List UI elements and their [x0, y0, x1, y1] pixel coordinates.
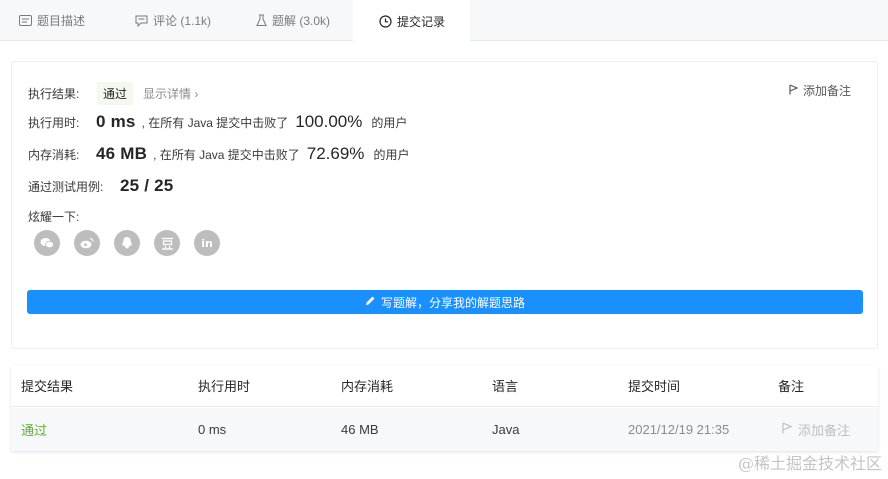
users-suffix: 的用户 — [371, 116, 408, 130]
memory-cell: 46 MB — [341, 422, 379, 437]
flag-icon — [782, 422, 793, 437]
column-header: 提交时间 — [628, 379, 681, 394]
memory-percentile: 72.69% — [306, 144, 365, 163]
memory-row: 内存消耗: 46 MB , 在所有 Java 提交中击败了 72.69% 的用户 — [28, 144, 409, 164]
linkedin-icon[interactable]: in — [194, 230, 220, 256]
memory-label: 内存消耗: — [28, 148, 80, 162]
share-buttons: in — [34, 230, 220, 256]
add-note-cell-button[interactable]: 添加备注 — [782, 408, 850, 451]
runtime-cell: 0 ms — [198, 422, 227, 437]
flag-icon — [789, 83, 799, 98]
column-header: 内存消耗 — [341, 379, 394, 394]
runtime-label: 执行用时: — [28, 116, 80, 130]
tab-label: 题解 (3.0k) — [272, 14, 331, 28]
douban-icon[interactable] — [154, 230, 180, 256]
column-header: 语言 — [492, 379, 519, 394]
tests-value: 25 / 25 — [120, 176, 174, 195]
users-suffix: 的用户 — [373, 148, 410, 162]
clock-icon — [379, 14, 392, 28]
tab-label: 评论 (1.1k) — [153, 14, 212, 28]
table-header: 提交结果 执行用时 内存消耗 语言 提交时间 备注 — [11, 365, 878, 407]
pencil-icon — [365, 295, 376, 309]
weibo-icon[interactable] — [74, 230, 100, 256]
submission-status-link[interactable]: 通过 — [21, 408, 47, 451]
submissions-table: 提交结果 执行用时 内存消耗 语言 提交时间 备注 通过 0 ms 46 MB … — [11, 365, 878, 451]
watermark: @稀土掘金技术社区 — [737, 454, 882, 473]
tab-submissions[interactable]: 提交记录 — [353, 0, 470, 42]
show-details-link[interactable]: 显示详情 › — [143, 85, 198, 102]
write-solution-label: 写题解，分享我的解题思路 — [380, 295, 525, 310]
tab-label: 提交记录 — [397, 14, 446, 29]
tab-description[interactable]: 题目描述 — [19, 0, 85, 41]
flask-icon — [256, 14, 267, 27]
language-cell: Java — [492, 422, 520, 437]
tab-label: 题目描述 — [37, 14, 86, 28]
result-row: 执行结果: 通过 显示详情 › — [28, 82, 198, 105]
memory-value: 46 MB — [96, 144, 148, 163]
share-label: 炫耀一下: — [28, 210, 80, 224]
column-header: 备注 — [778, 379, 805, 394]
status-badge: 通过 — [97, 82, 134, 105]
tests-label: 通过测试用例: — [28, 180, 104, 194]
runtime-value: 0 ms — [96, 112, 136, 131]
table-row[interactable]: 通过 0 ms 46 MB Java 2021/12/19 21:35 添加备注 — [11, 408, 878, 451]
add-note-label: 添加备注 — [802, 84, 851, 98]
document-icon — [19, 15, 32, 26]
write-solution-button[interactable]: 写题解，分享我的解题思路 — [27, 290, 863, 314]
tab-solutions[interactable]: 题解 (3.0k) — [256, 0, 330, 41]
submission-result-card: 执行结果: 通过 显示详情 › 添加备注 执行用时: 0 ms , 在所有 Ja… — [11, 61, 878, 349]
runtime-percentile: 100.00% — [295, 112, 363, 131]
share-label-row: 炫耀一下: — [28, 208, 79, 225]
tests-row: 通过测试用例: 25 / 25 — [28, 176, 173, 196]
tab-bar: 题目描述 评论 (1.1k) 题解 (3.0k) 提交记录 — [0, 0, 888, 42]
column-header: 执行用时 — [198, 379, 251, 394]
wechat-icon[interactable] — [34, 230, 60, 256]
add-note-label: 添加备注 — [798, 423, 851, 438]
result-label: 执行结果: — [28, 87, 80, 101]
time-cell: 2021/12/19 21:35 — [628, 422, 730, 437]
comment-icon — [135, 15, 148, 27]
qq-icon[interactable] — [114, 230, 140, 256]
add-note-button[interactable]: 添加备注 — [789, 82, 851, 99]
beat-text: , 在所有 Java 提交中击败了 — [141, 116, 289, 130]
runtime-row: 执行用时: 0 ms , 在所有 Java 提交中击败了 100.00% 的用户 — [28, 112, 407, 132]
beat-text: , 在所有 Java 提交中击败了 — [153, 148, 300, 162]
column-header: 提交结果 — [21, 379, 74, 394]
tab-comments[interactable]: 评论 (1.1k) — [135, 0, 211, 41]
